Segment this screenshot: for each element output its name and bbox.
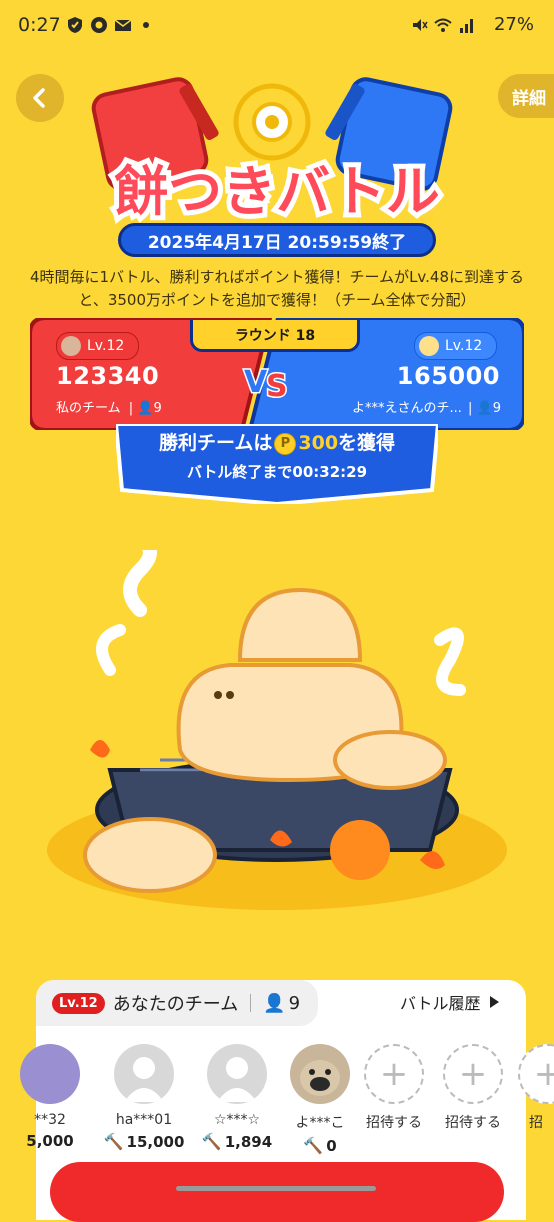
blue-team-name: よ***えさんのチ... | 👤9: [352, 401, 502, 416]
invite-button[interactable]: + 招: [518, 1044, 554, 1132]
member-score: 🔨 0: [288, 1136, 352, 1155]
play-arrow-icon: [490, 996, 500, 1008]
divider: [250, 994, 252, 1012]
avatar: [61, 336, 81, 356]
team-level-tag: Lv.12: [52, 992, 105, 1014]
person-icon: 👤: [476, 401, 493, 416]
avatar: [290, 1044, 350, 1104]
my-team-tab[interactable]: Lv.12 あなたのチーム 👤 9: [36, 980, 318, 1026]
chevron-left-icon: [33, 88, 45, 108]
reward-points: 300: [298, 432, 339, 454]
red-team-score: 123340: [56, 362, 160, 390]
member-score-value: 15,000: [126, 1132, 185, 1151]
wifi-icon: [434, 18, 452, 32]
member-score: 🔨 15,000: [104, 1132, 185, 1151]
default-avatar-icon: [124, 1057, 164, 1102]
mochi-grill-illustration: [47, 550, 507, 910]
battle-countdown: バトル終了まで00:32:29: [186, 463, 368, 481]
avatar: [419, 336, 439, 356]
hammer-icon: 🔨: [303, 1136, 324, 1155]
plus-icon: +: [364, 1044, 424, 1104]
mute-icon: [413, 19, 428, 31]
red-team-name: 私のチーム | 👤9: [56, 401, 162, 416]
battle-history-label: バトル履歴: [400, 994, 481, 1013]
plus-icon: +: [518, 1044, 554, 1104]
red-level-text: Lv.12: [87, 338, 125, 354]
member-score: 🔨 1,894: [201, 1132, 273, 1151]
team-member[interactable]: よ***こ 🔨 0: [288, 1044, 352, 1155]
invite-button[interactable]: + 招待する: [441, 1044, 505, 1132]
chrome-icon: [91, 17, 107, 33]
signal-icon: [460, 19, 473, 33]
event-end-date: 2025年4月17日 20:59:59終了: [118, 223, 436, 257]
logo-title: 餅つきバトル: [114, 160, 440, 223]
invite-button[interactable]: + 招待する: [362, 1044, 426, 1132]
horizontal-scrollbar[interactable]: [176, 1186, 376, 1191]
team-member[interactable]: ☆***☆ 🔨 1,894: [201, 1044, 273, 1151]
dog-avatar-icon: [300, 1060, 340, 1096]
reward-prefix: 勝利チームは: [158, 432, 273, 454]
member-count-text: 9: [288, 992, 301, 1014]
team-member-count: 👤 9: [263, 993, 300, 1014]
member-score-value: 0: [326, 1136, 337, 1155]
detail-button[interactable]: 詳細: [498, 74, 554, 118]
blue-team-level: Lv.12: [414, 332, 498, 360]
mail-icon: [114, 19, 132, 31]
my-team-title: あなたのチーム: [112, 994, 239, 1015]
red-team-members: 9: [153, 401, 162, 416]
invite-label: 招待する: [445, 1115, 501, 1131]
invite-label: 招待する: [366, 1115, 422, 1131]
blue-team-score: 165000: [396, 362, 500, 390]
reward-text: 勝利チームは P 300を獲得: [116, 428, 438, 455]
avatar: [20, 1044, 80, 1104]
battery-level: 27%: [493, 14, 534, 35]
member-score: 5,000: [18, 1132, 82, 1150]
avatar: [207, 1044, 267, 1104]
red-team-level: Lv.12: [56, 332, 140, 360]
blue-level-text: Lv.12: [445, 338, 483, 354]
hammer-icon: 🔨: [201, 1132, 222, 1151]
event-description: 4時間毎に1バトル、勝利すればポイント獲得！チームがLv.48に到達すると、35…: [29, 268, 524, 309]
member-score-value: 1,894: [224, 1132, 273, 1151]
battle-history-link[interactable]: バトル履歴: [400, 990, 500, 1014]
blue-team-name-text: よ***えさんのチ...: [352, 401, 462, 416]
person-icon: 👤: [137, 401, 154, 416]
team-member[interactable]: **32 5,000: [18, 1044, 82, 1150]
dot-icon: [143, 22, 149, 28]
avatar: [114, 1044, 174, 1104]
vs-badge: V S: [243, 364, 290, 401]
member-name: ha***01: [115, 1112, 173, 1128]
team-member[interactable]: ha***01 🔨 15,000: [104, 1044, 185, 1151]
status-time: 0:27: [18, 14, 61, 36]
person-icon: 👤: [263, 992, 286, 1014]
member-name: **32: [34, 1112, 66, 1128]
shield-icon: [68, 17, 82, 33]
hammer-icon: 🔨: [103, 1132, 124, 1151]
svg-text:S: S: [266, 369, 288, 400]
target-icon: [233, 83, 311, 161]
svg-text:V: V: [244, 365, 268, 400]
plus-icon: +: [443, 1044, 503, 1104]
action-button[interactable]: [50, 1162, 504, 1222]
status-bar: 0:27 27%: [0, 0, 554, 52]
member-name: よ***こ: [295, 1115, 345, 1131]
round-label: ラウンド 18: [190, 320, 360, 352]
reward-suffix: を獲得: [338, 432, 396, 454]
back-button[interactable]: [16, 74, 64, 122]
red-team-name-text: 私のチーム: [56, 401, 121, 416]
point-coin-icon: P: [274, 432, 297, 455]
default-avatar-icon: [217, 1057, 257, 1102]
blue-team-members: 9: [492, 401, 502, 416]
member-score-value: 5,000: [26, 1132, 74, 1150]
member-name: ☆***☆: [213, 1112, 261, 1128]
invite-label: 招: [529, 1115, 543, 1131]
